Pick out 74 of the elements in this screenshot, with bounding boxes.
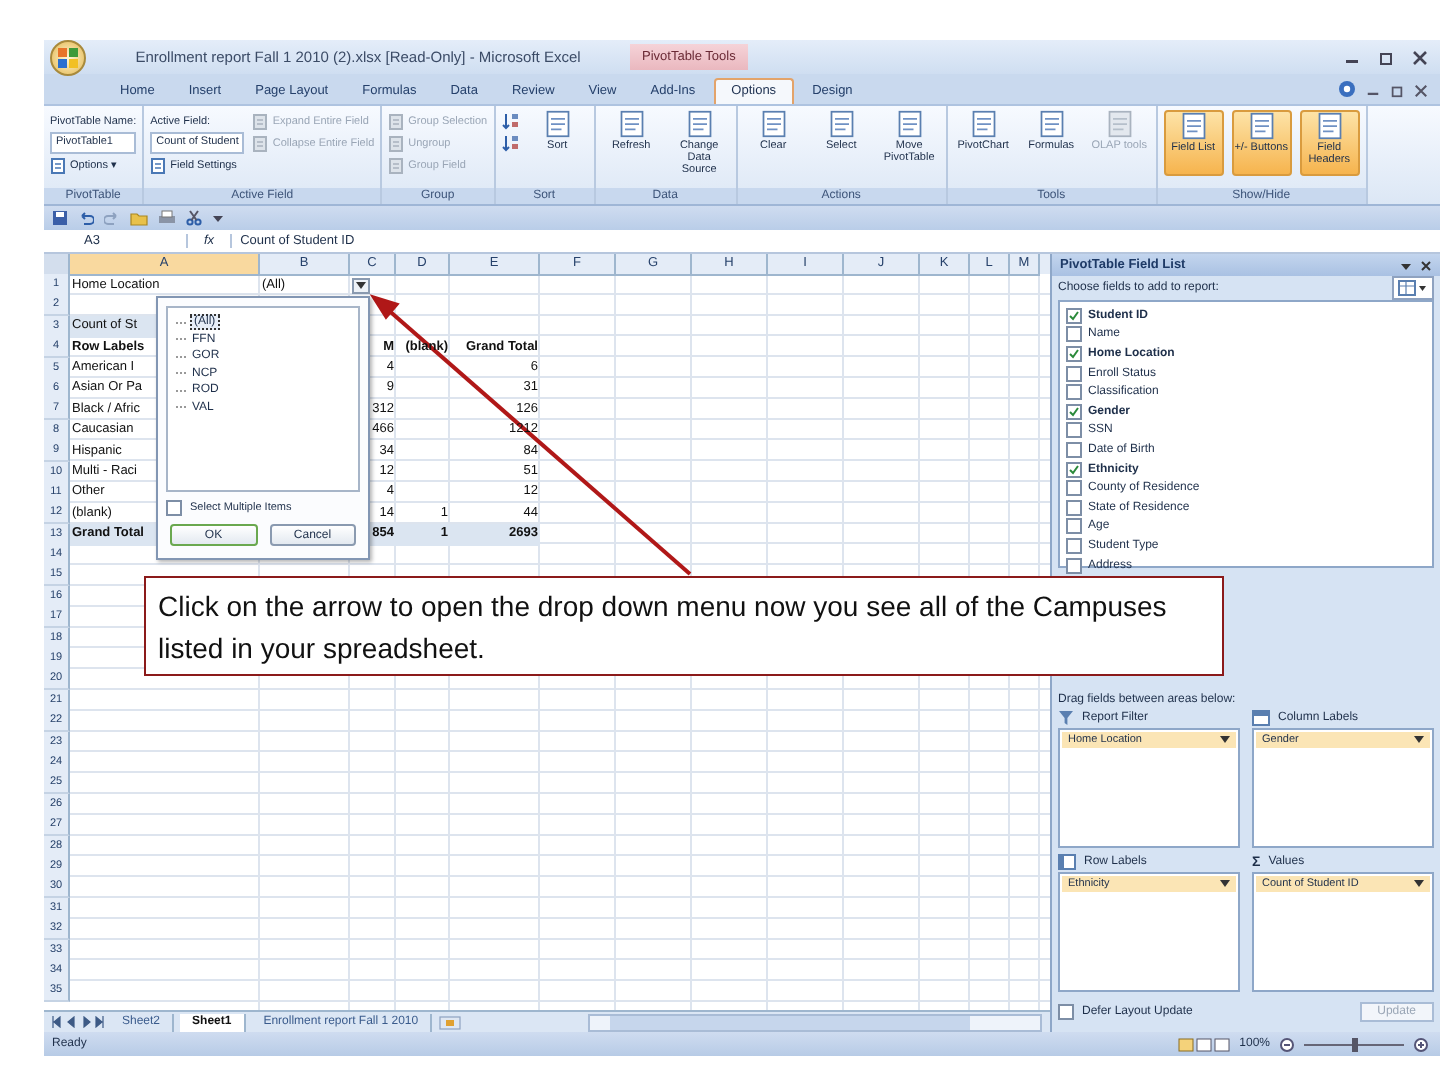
- checkbox[interactable]: [1066, 384, 1082, 401]
- tree-line: [176, 389, 188, 392]
- checkbox[interactable]: [1066, 518, 1082, 535]
- document-icon: [1247, 112, 1276, 140]
- undo-icon[interactable]: [78, 210, 94, 226]
- callout-text: Click on the arrow to open the drop down menu now you see all of the Campuses listed in your spreadsheet.: [158, 590, 1167, 664]
- document-icon: [617, 110, 646, 138]
- zoom-out-icon[interactable]: [1280, 1037, 1294, 1051]
- checkbox[interactable]: [166, 500, 182, 516]
- scissors-icon[interactable]: [186, 210, 202, 226]
- logo-icon: [58, 47, 78, 67]
- caret-icon: [356, 281, 366, 289]
- checkbox[interactable]: [1066, 499, 1082, 516]
- sort-icon: [501, 112, 520, 130]
- dropdown-icon: [1414, 736, 1424, 744]
- document-icon: [50, 157, 66, 173]
- tree-line: [176, 372, 188, 375]
- document-icon: [1179, 112, 1208, 140]
- document-icon: [388, 113, 405, 129]
- zoom-slider[interactable]: [1351, 1037, 1357, 1051]
- checkbox[interactable]: [1066, 403, 1082, 420]
- help-icon[interactable]: [1338, 80, 1356, 98]
- dropdown-icon: [1414, 880, 1424, 888]
- printer-icon[interactable]: [158, 210, 176, 226]
- close-icon[interactable]: [1420, 259, 1432, 271]
- close-icon[interactable]: [1412, 49, 1428, 65]
- checkbox[interactable]: [1058, 1004, 1074, 1020]
- dropdown-icon: [1220, 880, 1230, 888]
- document-icon: [1037, 110, 1066, 138]
- checkbox[interactable]: [1066, 480, 1082, 497]
- document-icon: [827, 110, 856, 138]
- office-button[interactable]: [50, 39, 86, 75]
- document-icon: [252, 135, 269, 151]
- layout-icon: [1398, 280, 1428, 296]
- document-icon: [388, 135, 405, 151]
- dropdown-icon[interactable]: [212, 212, 224, 224]
- tree-line: [176, 338, 188, 341]
- checkbox[interactable]: [1066, 365, 1082, 382]
- layout-button[interactable]: [1392, 276, 1434, 300]
- filter-dropdown-button[interactable]: [352, 277, 370, 293]
- sheet-navigation-icon[interactable]: [52, 1016, 104, 1028]
- horizontal-scrollbar[interactable]: [588, 1013, 1042, 1031]
- document-icon: [150, 157, 167, 173]
- checkbox[interactable]: [1066, 307, 1082, 324]
- dropdown-icon: [1220, 736, 1230, 744]
- document-icon: [1315, 112, 1344, 140]
- dropdown-icon[interactable]: [1400, 259, 1412, 271]
- restore-icon[interactable]: [1390, 84, 1404, 98]
- tree-line: [176, 355, 188, 358]
- zoom-in-icon[interactable]: [1414, 1037, 1428, 1051]
- checkbox[interactable]: [1066, 557, 1082, 574]
- checkbox[interactable]: [1066, 537, 1082, 554]
- document-icon: [252, 113, 269, 129]
- view-icons[interactable]: [1177, 1037, 1230, 1051]
- sort-button[interactable]: [501, 112, 520, 130]
- checkbox[interactable]: [1066, 441, 1082, 458]
- document-icon: [1105, 110, 1134, 138]
- sort-button[interactable]: [501, 134, 520, 152]
- checkbox[interactable]: [1066, 345, 1082, 362]
- close-icon[interactable]: [1414, 84, 1428, 98]
- checkbox[interactable]: [1066, 422, 1082, 439]
- checkbox[interactable]: [1066, 461, 1082, 478]
- document-icon: [685, 110, 714, 138]
- document-icon: [543, 110, 572, 138]
- save-icon[interactable]: [52, 210, 68, 226]
- tree-line: [176, 406, 188, 409]
- tree-line: [176, 321, 188, 324]
- document-icon: [895, 110, 924, 138]
- document-icon: [969, 110, 998, 138]
- document-icon: [388, 157, 405, 173]
- restore-icon[interactable]: [1378, 49, 1394, 65]
- checkbox[interactable]: [1066, 326, 1082, 343]
- document-icon: [759, 110, 788, 138]
- sort-icon: [501, 134, 520, 152]
